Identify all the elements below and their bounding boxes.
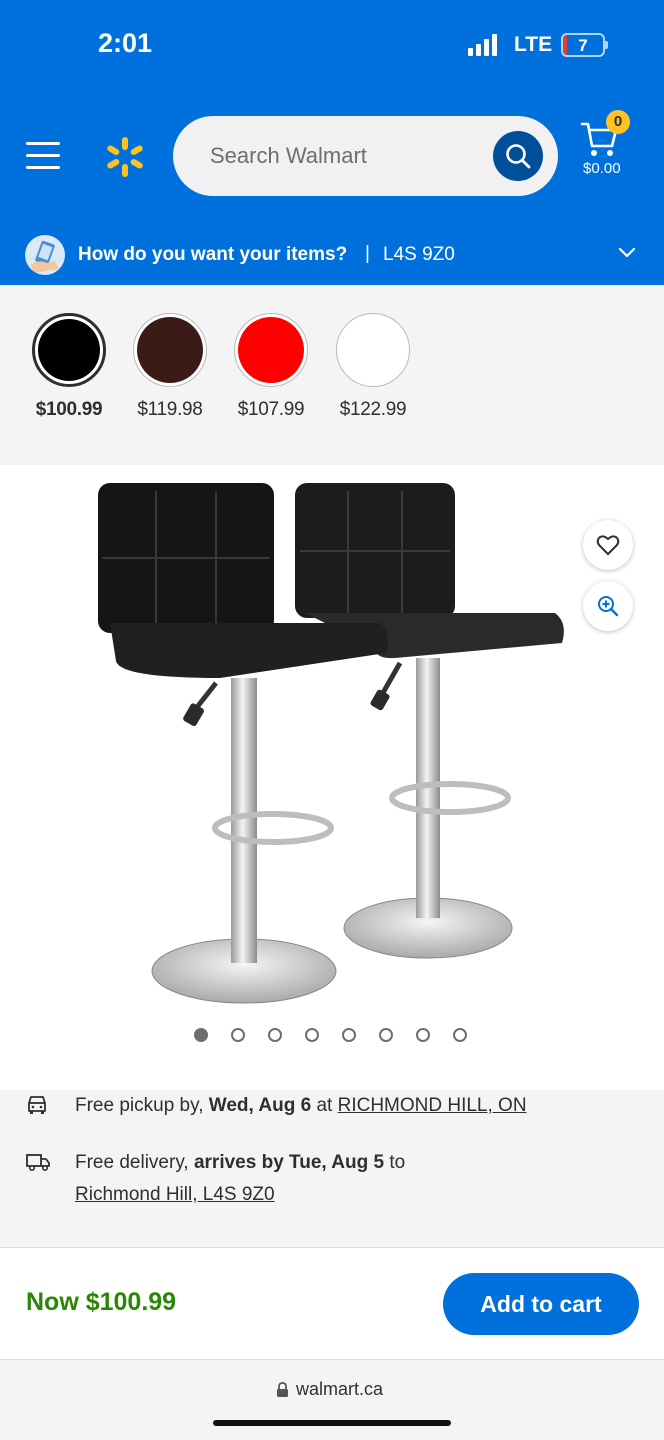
delivery-arrives: arrives by Tue, Aug 5: [193, 1152, 385, 1173]
delivery-separator: |: [365, 243, 370, 264]
menu-button[interactable]: [26, 140, 60, 172]
swatch-color: [340, 317, 406, 383]
swatch-white[interactable]: $122.99: [333, 313, 413, 421]
purchase-bar: Now $100.99 Add to cart: [0, 1248, 664, 1360]
zoom-button[interactable]: [583, 581, 633, 631]
pickup-date: Wed, Aug 6: [208, 1095, 312, 1116]
home-indicator[interactable]: [213, 1420, 451, 1426]
swatch-black[interactable]: $100.99: [29, 313, 109, 421]
swatch-color: [238, 317, 304, 383]
swatch-ring: [336, 313, 410, 387]
product-gallery: [0, 465, 664, 1090]
delivery-location-link[interactable]: Richmond Hill, L4S 9Z0: [75, 1184, 275, 1205]
lock-icon: [277, 1382, 288, 1397]
url-text: walmart.ca: [296, 1379, 384, 1399]
delivery-question: How do you want your items?: [78, 244, 348, 265]
product-image[interactable]: [90, 473, 570, 1008]
now-price: Now $100.99: [26, 1288, 177, 1316]
cart-total: $0.00: [583, 160, 621, 177]
delivery-prefix: Free delivery,: [75, 1152, 189, 1173]
swatch-ring: [32, 313, 106, 387]
signal-icon: [468, 34, 497, 56]
chevron-down-icon: [618, 247, 636, 258]
delivery-postal-code: L4S 9Z0: [383, 244, 455, 265]
battery-nub: [605, 41, 608, 49]
gallery-dot[interactable]: [342, 1028, 356, 1042]
swatch-price: $107.99: [237, 399, 305, 420]
swatch-price: $119.98: [137, 399, 203, 420]
add-to-cart-button[interactable]: Add to cart: [443, 1273, 639, 1335]
fulfillment-info: Free pickup by, Wed, Aug 6 at RICHMOND H…: [0, 1090, 664, 1248]
swatch-ring: [133, 313, 207, 387]
network-label: LTE: [514, 33, 553, 56]
pickup-prefix: Free pickup by,: [75, 1095, 204, 1116]
heart-icon: [596, 535, 620, 555]
pickup-info: Free pickup by, Wed, Aug 6 at RICHMOND H…: [75, 1090, 527, 1122]
gallery-dot[interactable]: [231, 1028, 245, 1042]
battery-level: 7: [578, 36, 588, 55]
gallery-dot[interactable]: [379, 1028, 393, 1042]
status-time: 2:01: [98, 28, 153, 58]
delivery-options-bar[interactable]: How do you want your items? | L4S 9Z0: [0, 230, 664, 285]
swatch-red[interactable]: $107.99: [231, 313, 311, 421]
truck-icon: [26, 1154, 50, 1172]
search-icon: [506, 144, 531, 169]
gallery-dot[interactable]: [453, 1028, 467, 1042]
gallery-pagination: [194, 1028, 467, 1042]
cart-count-badge: 0: [606, 110, 630, 134]
gallery-dot[interactable]: [194, 1028, 208, 1042]
delivery-options-icon: [25, 235, 65, 275]
gallery-dot[interactable]: [305, 1028, 319, 1042]
search-button[interactable]: [493, 131, 543, 181]
delivery-middle: to: [389, 1152, 406, 1173]
swatch-price: $122.99: [339, 399, 407, 420]
header: 2:01 LTE 7 Search Walmart 0 $0.00 How do…: [0, 0, 664, 285]
gallery-dot[interactable]: [416, 1028, 430, 1042]
car-icon: [28, 1096, 46, 1114]
cart-button[interactable]: 0 $0.00: [580, 110, 630, 182]
swatch-brown[interactable]: $119.98: [130, 313, 210, 421]
zoom-in-icon: [598, 596, 619, 617]
favorite-button[interactable]: [583, 520, 633, 570]
battery-icon: 7: [561, 33, 605, 57]
pickup-store-link[interactable]: RICHMOND HILL, ON: [338, 1095, 527, 1116]
swatch-color: [38, 319, 100, 381]
color-swatches: $100.99 $119.98 $107.99 $122.99: [0, 285, 664, 465]
swatch-ring: [234, 313, 308, 387]
pickup-middle: at: [316, 1095, 333, 1116]
walmart-spark-logo[interactable]: [104, 136, 146, 178]
gallery-dot[interactable]: [268, 1028, 282, 1042]
search-input[interactable]: [210, 116, 480, 196]
delivery-info: Free delivery, arrives by Tue, Aug 5 to …: [75, 1147, 405, 1211]
browser-url-bar[interactable]: walmart.ca: [0, 1360, 664, 1440]
swatch-color: [137, 317, 203, 383]
swatch-price: $100.99: [35, 399, 103, 420]
search-bar: [173, 116, 558, 196]
